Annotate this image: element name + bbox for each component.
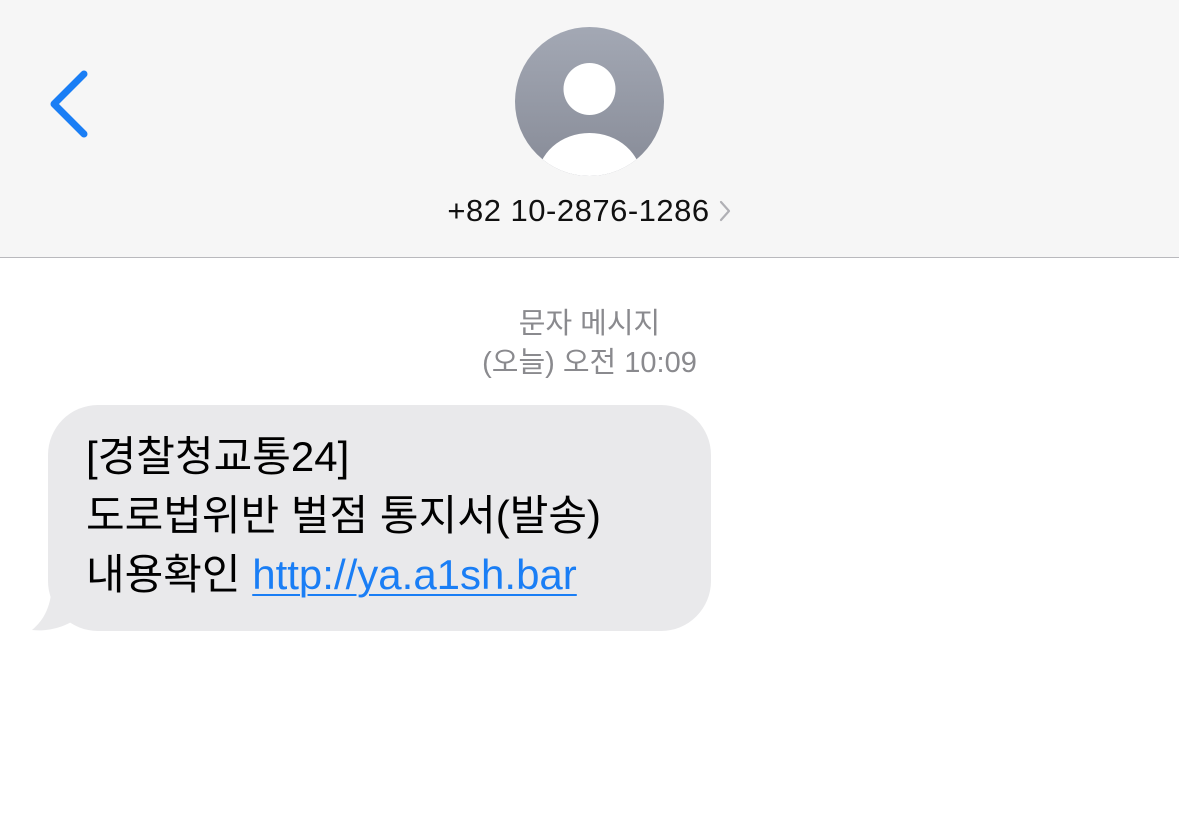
message-link[interactable]: http://ya.a1sh.bar [252,551,577,598]
contact-details-button[interactable]: +82 10-2876-1286 [0,188,1179,234]
back-button[interactable] [44,64,104,144]
chevron-left-icon [50,70,88,138]
contact-number: +82 10-2876-1286 [447,193,710,228]
message-type-label: 문자 메시지 [518,308,661,340]
message-line-1: [경찰청교통24] [86,433,350,480]
conversation-header: +82 10-2876-1286 [0,0,1179,258]
message-line-3-prefix: 내용확인 [86,551,253,598]
person-silhouette-icon [537,63,642,176]
message-line-3: 내용확인 http://ya.a1sh.bar [86,545,681,604]
chevron-right-icon [719,200,730,222]
message-line-2: 도로법위반 벌점 통지서(발송) [86,492,601,539]
contact-avatar[interactable] [515,27,664,176]
message-bubble[interactable]: [경찰청교통24] 도로법위반 벌점 통지서(발송) 내용확인 http://y… [48,405,711,631]
message-timestamp: (오늘) 오전 10:09 [482,347,697,379]
